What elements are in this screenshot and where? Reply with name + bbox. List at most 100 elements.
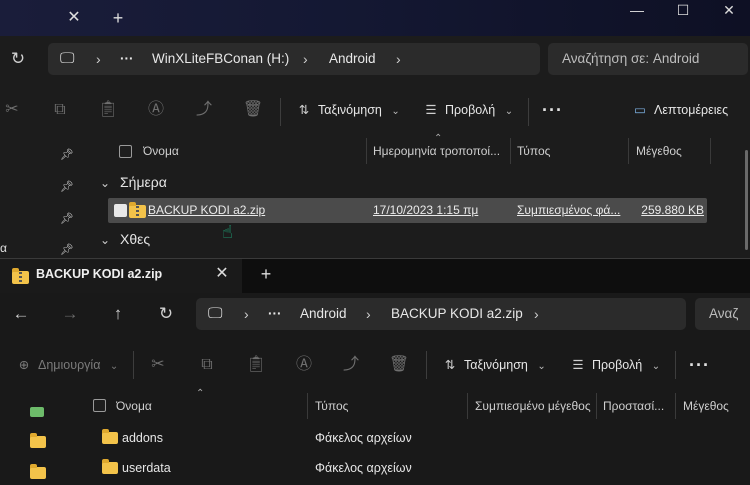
share-icon[interactable]: ⤴ — [192, 98, 216, 122]
forward-icon[interactable]: → — [57, 301, 83, 327]
chevron-right-icon[interactable]: › — [303, 43, 308, 75]
column-divider[interactable] — [675, 393, 676, 419]
sort-button[interactable]: ⇅ Ταξινόμηση ⌄ — [440, 351, 546, 379]
view-button[interactable]: ☰ Προβολή ⌄ — [568, 351, 660, 379]
paste-icon[interactable]: 📋︎ — [244, 353, 268, 377]
sort-icon: ⇅ — [298, 103, 310, 117]
address-row: ↻ 🖵 › ··· WinXLiteFBConan (H:) › Android… — [0, 38, 750, 82]
group-header-today[interactable]: ⌄ Σήμερα — [100, 174, 167, 190]
details-pane-button[interactable]: ▭ Λεπτομέρειες — [630, 96, 728, 124]
refresh-icon[interactable]: ↻ — [5, 46, 31, 72]
folder-icon[interactable] — [30, 464, 46, 479]
folder-icon[interactable] — [30, 433, 46, 448]
more-path-icon[interactable]: ··· — [268, 298, 282, 330]
file-name[interactable]: BACKUP KODI a2.zip — [148, 198, 364, 223]
pin-icon: 📌︎ — [60, 149, 74, 161]
back-icon[interactable]: ← — [8, 301, 34, 327]
share-icon[interactable]: ⤴ — [339, 353, 363, 377]
chevron-right-icon: › — [244, 306, 249, 322]
command-bar: ⊕ Δημιουργία ⌄ ✂ ⧉ 📋︎ Ⓐ ⤴ 🗑︎ ⇅ Ταξινόμηση … — [0, 341, 750, 389]
breadcrumb-drive[interactable]: WinXLiteFBConan (H:) — [152, 43, 289, 75]
pin-icon: 📌︎ — [60, 244, 74, 256]
breadcrumb-zip[interactable]: BACKUP KODI a2.zip — [391, 298, 523, 330]
paste-icon[interactable]: 📋︎ — [96, 98, 120, 122]
breadcrumb-android[interactable]: Android — [300, 298, 347, 330]
select-all-checkbox[interactable] — [93, 399, 106, 412]
divider — [133, 351, 134, 379]
chevron-down-icon: ⌄ — [537, 361, 546, 372]
more-options-icon[interactable]: ··· — [689, 355, 710, 376]
row-checkbox[interactable] — [114, 204, 127, 217]
more-options-icon[interactable]: ··· — [542, 100, 563, 121]
explorer-window-zip: BACKUP KODI a2.zip ✕ + ← → ↑ ↻ 🖵 › ··· A… — [0, 258, 750, 485]
refresh-icon[interactable]: ↻ — [153, 301, 179, 327]
search-input[interactable]: Αναζήτηση σε: Android — [548, 43, 748, 75]
cut-icon[interactable]: ✂ — [0, 98, 24, 122]
sort-button[interactable]: ⇅ Ταξινόμηση ⌄ — [294, 96, 400, 124]
chevron-right-icon[interactable]: › — [396, 43, 401, 75]
column-divider[interactable] — [366, 138, 367, 164]
minimize-button[interactable]: — — [614, 0, 660, 22]
column-name[interactable]: Όνομα — [116, 393, 304, 419]
new-tab-button[interactable]: + — [108, 8, 128, 28]
column-date[interactable]: Ημερομηνία τροποποί... — [373, 138, 507, 164]
new-button[interactable]: ⊕ Δημιουργία ⌄ — [14, 351, 119, 379]
breadcrumb-android[interactable]: Android — [329, 43, 376, 75]
column-divider[interactable] — [628, 138, 629, 164]
network-drive-icon[interactable] — [30, 407, 44, 417]
group-header-yesterday[interactable]: ⌄ Χθες — [100, 231, 150, 247]
address-row: ← → ↑ ↻ 🖵 › ··· Android › BACKUP KODI a2… — [0, 297, 750, 341]
rename-icon[interactable]: Ⓐ — [292, 353, 316, 377]
hand-cursor-icon: ☝ — [222, 222, 233, 242]
title-bar: ✕ + — ☐ ✕ — [0, 0, 750, 36]
copy-icon[interactable]: ⧉ — [48, 98, 72, 122]
more-path-icon[interactable]: ··· — [120, 43, 134, 75]
column-type[interactable]: Τύπος — [517, 138, 625, 164]
item-name[interactable]: addons — [122, 423, 163, 453]
sidebar-item-label[interactable]: α — [0, 241, 7, 255]
select-all-checkbox[interactable] — [119, 145, 132, 158]
cut-icon[interactable]: ✂ — [146, 353, 170, 377]
address-bar[interactable]: 🖵 › ··· Android › BACKUP KODI a2.zip › — [196, 298, 686, 330]
column-size[interactable]: Μέγεθος — [636, 138, 706, 164]
chevron-down-icon: ⌄ — [651, 361, 661, 372]
delete-icon[interactable]: 🗑︎ — [387, 353, 411, 377]
address-bar[interactable]: 🖵 › ··· WinXLiteFBConan (H:) › Android › — [48, 43, 540, 75]
close-tab-icon[interactable]: ✕ — [64, 8, 84, 28]
column-divider[interactable] — [596, 393, 597, 419]
column-divider[interactable] — [710, 138, 711, 164]
rename-icon[interactable]: Ⓐ — [144, 98, 168, 122]
column-type[interactable]: Τύπος — [315, 393, 463, 419]
scrollbar[interactable] — [745, 150, 748, 250]
folder-icon — [102, 429, 118, 444]
command-bar: ✂ ⧉ 📋︎ Ⓐ ⤴ 🗑︎ ⇅ Ταξινόμηση ⌄ ☰ Προβολή ⌄ ·… — [0, 88, 750, 136]
plus-icon: ⊕ — [18, 358, 30, 372]
close-window-button[interactable]: ✕ — [706, 0, 750, 22]
search-input[interactable]: Αναζ — [695, 298, 750, 330]
delete-icon[interactable]: 🗑︎ — [241, 98, 265, 122]
copy-icon[interactable]: ⧉ — [195, 353, 219, 377]
column-size[interactable]: Μέγεθος — [683, 393, 750, 419]
column-protection[interactable]: Προστασί... — [603, 393, 673, 419]
new-tab-button[interactable]: + — [256, 264, 276, 284]
sort-icon: ⇅ — [444, 358, 456, 372]
chevron-right-icon[interactable]: › — [366, 298, 371, 330]
maximize-button[interactable]: ☐ — [660, 0, 706, 22]
column-divider[interactable] — [307, 393, 308, 419]
chevron-right-icon: › — [96, 51, 101, 67]
view-button[interactable]: ☰ Προβολή ⌄ — [421, 96, 513, 124]
chevron-down-icon: ⌄ — [109, 361, 119, 372]
item-type: Φάκελος αρχείων — [315, 461, 412, 475]
view-icon: ☰ — [425, 103, 437, 117]
close-tab-icon[interactable]: ✕ — [212, 264, 232, 284]
up-icon[interactable]: ↑ — [105, 301, 131, 327]
chevron-right-icon[interactable]: › — [534, 298, 539, 330]
tab-zip[interactable]: BACKUP KODI a2.zip ✕ — [0, 259, 242, 293]
item-name[interactable]: userdata — [122, 453, 171, 483]
chevron-down-icon: ⌄ — [504, 106, 514, 117]
divider — [426, 351, 427, 379]
column-divider[interactable] — [467, 393, 468, 419]
column-divider[interactable] — [510, 138, 511, 164]
column-compressed-size[interactable]: Συμπιεσμένο μέγεθος — [475, 393, 593, 419]
column-name[interactable]: Όνομα — [143, 138, 363, 164]
